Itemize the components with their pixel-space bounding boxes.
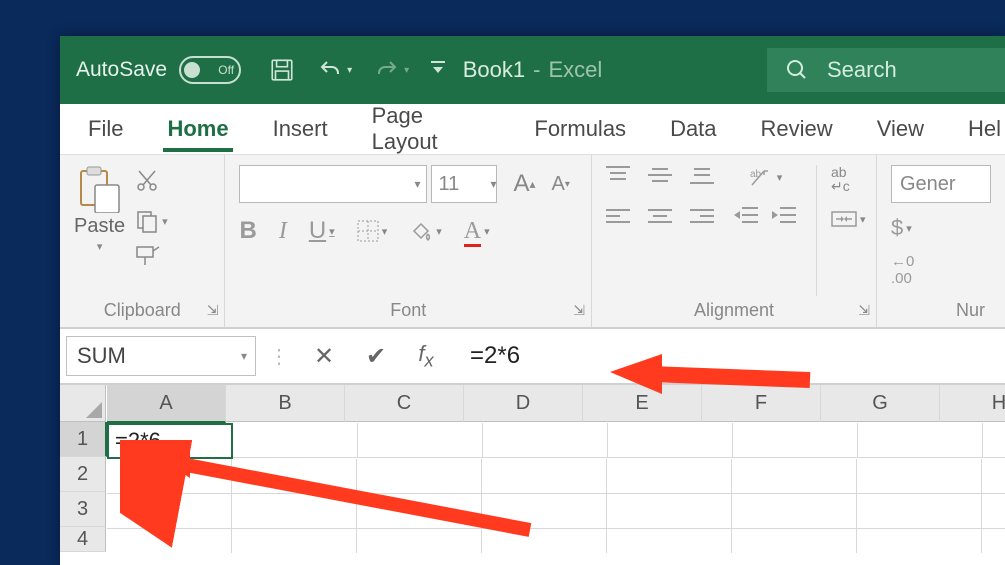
group-font: ▾ 11▾ A▴ A▾ B I U▾ ▾ ▾ A▾ Font ⇲ <box>225 155 592 327</box>
align-left-icon[interactable] <box>606 207 630 233</box>
tab-view[interactable]: View <box>873 108 928 150</box>
increase-decimal-icon[interactable]: ←0.00 <box>891 253 914 287</box>
column-header[interactable]: C <box>345 385 464 422</box>
annotation-arrow <box>120 440 540 550</box>
cell[interactable] <box>733 423 858 458</box>
ribbon-tabs: File Home Insert Page Layout Formulas Da… <box>60 104 1005 155</box>
search-box[interactable]: Search <box>767 48 1005 92</box>
copy-icon[interactable]: ▾ <box>135 209 168 233</box>
format-painter-icon[interactable] <box>135 243 168 273</box>
annotation-arrow <box>600 350 820 410</box>
group-alignment: ab▾ ab↵c ▾ Alignment ⇲ <box>592 155 877 327</box>
increase-font-icon[interactable]: A▴ <box>513 170 535 198</box>
name-box[interactable]: SUM ▾ <box>66 336 256 376</box>
paste-icon <box>77 165 123 213</box>
cell[interactable] <box>858 423 983 458</box>
row-header[interactable]: 3 <box>60 492 106 527</box>
redo-icon[interactable]: ▾ <box>374 58 409 82</box>
column-header[interactable]: B <box>226 385 345 422</box>
formula-bar: SUM ▾ ⋮ ✕ ✔ fx =2*6 <box>60 329 1005 385</box>
save-icon[interactable] <box>269 57 295 83</box>
wrap-text-icon[interactable]: ab↵c <box>831 165 866 193</box>
group-number: Gener $▾ ←0.00 Nur <box>877 155 1005 327</box>
align-bottom-icon[interactable] <box>690 165 714 191</box>
clipboard-launcher-icon[interactable]: ⇲ <box>207 302 219 319</box>
cell[interactable] <box>983 423 1005 458</box>
font-name-select[interactable]: ▾ <box>239 165 427 203</box>
tab-insert[interactable]: Insert <box>269 108 332 150</box>
cell[interactable] <box>857 529 982 553</box>
fill-color-icon[interactable]: ▾ <box>409 219 442 243</box>
cell[interactable] <box>732 529 857 553</box>
align-right-icon[interactable] <box>690 207 714 233</box>
bold-button[interactable]: B <box>239 217 256 245</box>
align-top-icon[interactable] <box>606 165 630 191</box>
tab-page-layout[interactable]: Page Layout <box>368 95 495 163</box>
row-header[interactable]: 2 <box>60 457 106 492</box>
decrease-font-icon[interactable]: A▾ <box>552 173 570 196</box>
cell[interactable] <box>982 529 1005 553</box>
column-header[interactable]: A <box>107 385 226 423</box>
ribbon: Paste ▾ ▾ Clipboard ⇲ ▾ 11▾ A▴ A▾ <box>60 155 1005 329</box>
orientation-icon[interactable]: ab▾ <box>748 165 783 189</box>
underline-button[interactable]: U▾ <box>309 217 335 245</box>
cell[interactable] <box>608 423 733 458</box>
insert-function-button[interactable]: fx <box>406 341 446 371</box>
paste-button[interactable]: Paste ▾ <box>74 165 125 253</box>
cell[interactable] <box>607 529 732 553</box>
row-header[interactable]: 1 <box>60 422 107 457</box>
border-icon[interactable]: ▾ <box>357 220 388 242</box>
toggle-switch[interactable]: Off <box>179 56 241 84</box>
row-header[interactable]: 4 <box>60 527 106 552</box>
align-middle-icon[interactable] <box>648 165 672 191</box>
cut-icon[interactable] <box>135 169 168 199</box>
qat-customize-icon[interactable] <box>431 61 445 79</box>
column-header[interactable]: H <box>940 385 1005 422</box>
decrease-indent-icon[interactable] <box>734 205 758 231</box>
italic-button[interactable]: I <box>279 218 287 245</box>
cancel-formula-button[interactable]: ✕ <box>302 342 346 371</box>
select-all-corner[interactable] <box>60 385 106 422</box>
merge-center-icon[interactable]: ▾ <box>831 209 866 229</box>
font-launcher-icon[interactable]: ⇲ <box>573 302 585 319</box>
autosave-toggle[interactable]: AutoSave Off <box>76 56 241 84</box>
search-icon <box>785 58 809 82</box>
cell[interactable] <box>982 494 1005 529</box>
tab-formulas[interactable]: Formulas <box>530 108 630 150</box>
cell[interactable] <box>732 494 857 529</box>
autosave-label: AutoSave <box>76 58 167 82</box>
font-size-select[interactable]: 11▾ <box>431 165 497 203</box>
tab-home[interactable]: Home <box>163 108 232 150</box>
currency-button[interactable]: $▾ <box>891 215 912 241</box>
cell[interactable] <box>857 459 982 494</box>
cell[interactable] <box>607 494 732 529</box>
enter-formula-button[interactable]: ✔ <box>354 342 398 371</box>
tab-review[interactable]: Review <box>757 108 837 150</box>
column-header[interactable]: D <box>464 385 583 422</box>
quick-access-toolbar: ▾ ▾ <box>269 57 445 83</box>
column-header[interactable]: G <box>821 385 940 422</box>
cell[interactable] <box>607 459 732 494</box>
increase-indent-icon[interactable] <box>772 205 796 231</box>
number-format-select[interactable]: Gener <box>891 165 991 203</box>
group-clipboard: Paste ▾ ▾ Clipboard ⇲ <box>60 155 225 327</box>
window-title: Book1-Excel <box>463 57 603 83</box>
font-color-icon[interactable]: A▾ <box>464 217 490 245</box>
svg-text:ab: ab <box>750 169 762 180</box>
tab-data[interactable]: Data <box>666 108 720 150</box>
cell[interactable] <box>732 459 857 494</box>
tab-file[interactable]: File <box>84 108 127 150</box>
formula-bar-separator: ⋮ <box>264 344 294 369</box>
cell[interactable] <box>857 494 982 529</box>
tab-help[interactable]: Hel <box>964 108 1005 150</box>
title-bar: AutoSave Off ▾ ▾ Book1-Excel <box>60 36 1005 104</box>
undo-icon[interactable]: ▾ <box>317 58 352 82</box>
cell[interactable] <box>982 459 1005 494</box>
align-center-icon[interactable] <box>648 207 672 233</box>
alignment-launcher-icon[interactable]: ⇲ <box>858 302 870 319</box>
search-placeholder: Search <box>827 57 897 83</box>
